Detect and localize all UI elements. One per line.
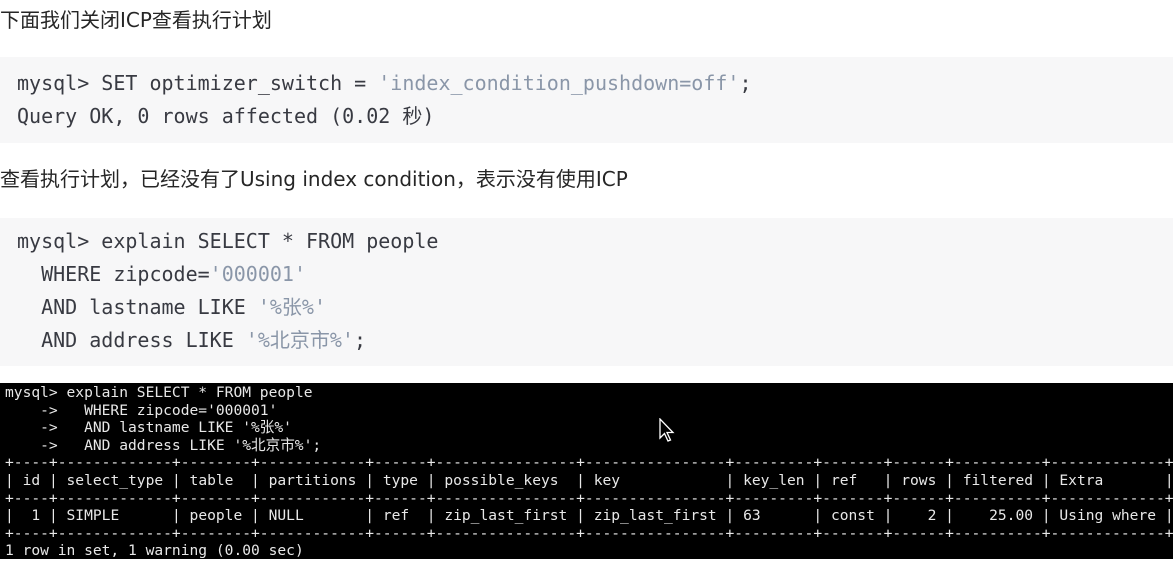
mouse-pointer-icon [659, 418, 675, 442]
table-cell: zip_last_first [593, 507, 717, 525]
column-header: possible_keys [444, 471, 559, 489]
column-header: key [593, 471, 621, 489]
code-text: WHERE zipcode= [17, 262, 210, 286]
code-block-explain: mysql> explain SELECT * FROM people WHER… [0, 218, 1173, 366]
table-cell: Using where [1059, 507, 1157, 525]
terminal-command-line: -> AND lastname LIKE '%张%' [5, 419, 292, 437]
table-cell: 1 [31, 507, 41, 525]
code-line: mysql> SET optimizer_switch = 'index_con… [17, 67, 1173, 100]
code-text: ; [353, 328, 366, 352]
terminal-command-line: -> AND address LIKE '%北京市%'; [5, 436, 322, 454]
code-line: AND address LIKE '%北京市%'; [17, 324, 1173, 357]
code-text: AND lastname LIKE [17, 295, 258, 319]
column-header: select_type [66, 471, 164, 489]
terminal-command-line: mysql> explain SELECT * FROM people [5, 384, 313, 401]
code-line: WHERE zipcode='000001' [17, 258, 1173, 291]
code-line: mysql> explain SELECT * FROM people [17, 229, 439, 253]
code-block-set-switch: mysql> SET optimizer_switch = 'index_con… [0, 57, 1173, 143]
table-cell: ref [382, 507, 410, 525]
table-cell: 2 [927, 507, 937, 525]
terminal-command-line: -> WHERE zipcode='000001' [5, 401, 278, 419]
table-cell: NULL [268, 507, 304, 525]
column-header: filtered [962, 471, 1034, 489]
code-string: '000001' [209, 262, 306, 286]
table-cell: zip_last_first [444, 507, 568, 525]
table-cell: SIMPLE [66, 507, 120, 525]
terminal-screenshot: mysql> explain SELECT * FROM people -> W… [0, 383, 1173, 559]
code-string: '%北京市%' [245, 328, 354, 352]
table-border: +----+-------------+--------+-----------… [5, 454, 1173, 472]
code-line: Query OK, 0 rows affected (0.02 秒) [17, 104, 435, 128]
table-cell: people [189, 507, 243, 525]
column-header: id [22, 471, 41, 489]
code-text: AND address LIKE [17, 328, 246, 352]
column-header: table [189, 471, 234, 489]
paragraph-disable-icp: 下面我们关闭ICP查看执行计划 [0, 8, 272, 32]
column-header: key_len [743, 471, 805, 489]
table-row: | 1 | SIMPLE | people | NULL | ref | zip_last_first… [5, 507, 1173, 525]
column-header: partitions [268, 471, 357, 489]
column-header: rows [901, 471, 937, 489]
column-header: ref [830, 471, 858, 489]
code-string: '%张%' [257, 295, 326, 319]
paragraph-explain-note: 查看执行计划，已经没有了Using index condition，表示没有使用… [0, 167, 628, 191]
code-string: 'index_condition_pushdown=off' [378, 71, 740, 95]
table-cell: 63 [743, 507, 761, 525]
column-header: Extra [1059, 471, 1104, 489]
code-line: AND lastname LIKE '%张%' [17, 291, 1173, 324]
code-text: mysql> SET optimizer_switch = [17, 71, 379, 95]
table-cell: const [830, 507, 875, 525]
table-header-row: | id | select_type | table | partitions | type | po… [5, 471, 1173, 489]
terminal-footer: 1 row in set, 1 warning (0.00 sec) [5, 542, 304, 560]
code-text: ; [739, 71, 752, 95]
table-cell: 25.00 [989, 507, 1034, 525]
column-header: type [382, 471, 418, 489]
table-border: +----+-------------+--------+-----------… [5, 489, 1173, 507]
table-border: +----+-------------+--------+-----------… [5, 524, 1173, 542]
